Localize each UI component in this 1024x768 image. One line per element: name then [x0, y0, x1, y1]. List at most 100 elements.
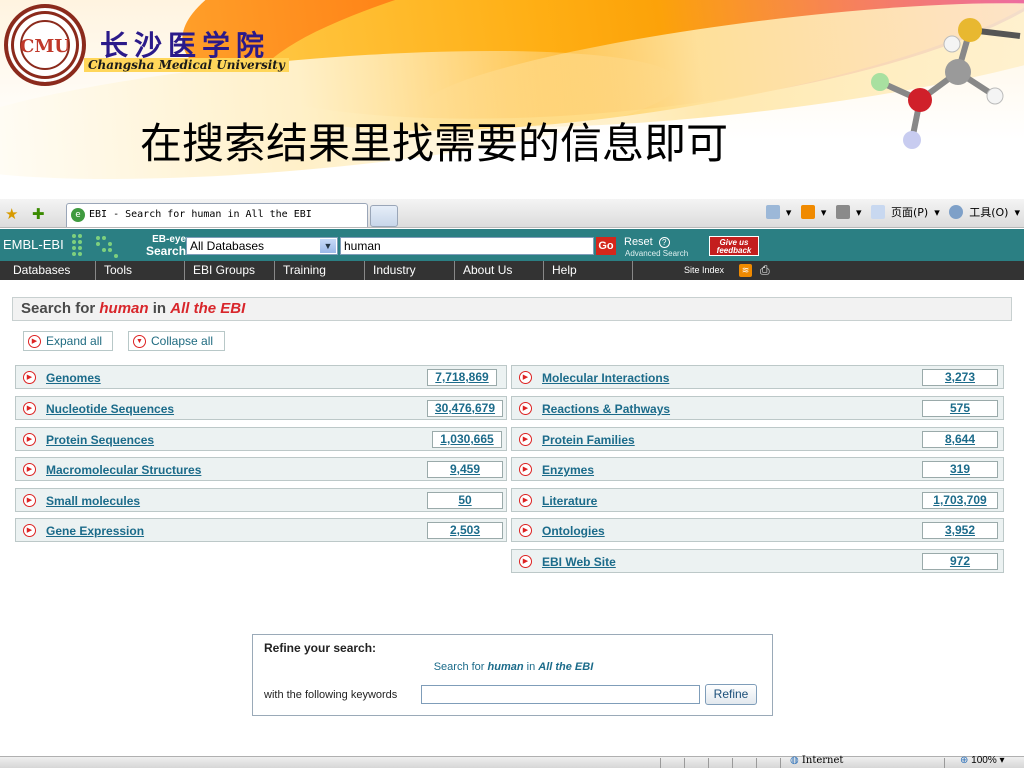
result-label[interactable]: Nucleotide Sequences [46, 402, 174, 416]
dropdown-arrow-icon[interactable]: ▾ [1014, 206, 1020, 219]
result-label[interactable]: Enzymes [542, 463, 594, 477]
search-term: human [99, 300, 149, 317]
database-select[interactable]: All Databases ▼ [186, 237, 338, 255]
print-icon[interactable] [835, 205, 850, 219]
expand-arrow-icon[interactable]: ▶ [519, 524, 532, 537]
page-menu[interactable]: 页面(P) [891, 206, 928, 219]
new-tab-button[interactable] [370, 205, 398, 227]
result-count[interactable]: 30,476,679 [427, 400, 503, 417]
add-favorite-icon[interactable]: ✚ [32, 205, 45, 223]
result-count[interactable]: 1,030,665 [432, 431, 502, 448]
browser-tab[interactable]: e EBI - Search for human in All the EBI [66, 203, 368, 227]
expand-arrow-icon[interactable]: ▶ [23, 494, 36, 507]
result-label[interactable]: Protein Families [542, 433, 635, 447]
result-row-enzymes[interactable]: ▶ Enzymes 319 [511, 457, 1004, 481]
result-count[interactable]: 575 [922, 400, 998, 417]
dropdown-arrow-icon[interactable]: ▾ [786, 206, 792, 219]
result-label[interactable]: Literature [542, 494, 597, 508]
help-icon[interactable]: ? [658, 237, 670, 248]
ebi-logo[interactable]: EMBL-EBI [3, 237, 64, 252]
result-row-ontologies[interactable]: ▶ Ontologies 3,952 [511, 518, 1004, 542]
ebi-header: EMBL-EBI EB-eye Search All Databases ▼ h… [0, 229, 1024, 261]
result-row-protein-sequences[interactable]: ▶ Protein Sequences 1,030,665 [15, 427, 507, 451]
result-row-small-molecules[interactable]: ▶ Small molecules 50 [15, 488, 507, 512]
refine-subtitle: Search for human in All the EBI [433, 661, 594, 673]
refine-keywords-input[interactable] [421, 685, 700, 704]
expand-arrow-icon[interactable]: ▶ [519, 494, 532, 507]
search-input[interactable]: human [340, 237, 594, 255]
result-label[interactable]: Reactions & Pathways [542, 402, 670, 416]
result-row-literature[interactable]: ▶ Literature 1,703,709 [511, 488, 1004, 512]
result-label[interactable]: Macromolecular Structures [46, 463, 201, 477]
nav-databases[interactable]: Databases [5, 261, 70, 280]
result-count[interactable]: 3,952 [922, 522, 998, 539]
expand-arrow-icon[interactable]: ▶ [519, 371, 532, 384]
rss-icon[interactable]: ≋ [739, 264, 752, 277]
collapse-all-button[interactable]: ▼ Collapse all [128, 331, 225, 351]
expand-arrow-icon[interactable]: ▶ [23, 524, 36, 537]
result-count[interactable]: 3,273 [922, 369, 998, 386]
tools-menu[interactable]: 工具(O) [969, 206, 1008, 219]
result-count[interactable]: 2,503 [427, 522, 503, 539]
home-icon[interactable] [765, 205, 780, 219]
nav-industry[interactable]: Industry [364, 261, 416, 280]
nav-help[interactable]: Help [543, 261, 577, 280]
expand-arrow-icon[interactable]: ▶ [519, 402, 532, 415]
result-label[interactable]: Protein Sequences [46, 433, 154, 447]
internet-zone-indicator[interactable]: ◍ Internet [790, 755, 843, 766]
molecule-decoration [871, 18, 1021, 149]
result-row-genomes[interactable]: ▶ Genomes 7,718,869 [15, 365, 507, 389]
result-count[interactable]: 8,644 [922, 431, 998, 448]
result-label[interactable]: Genomes [46, 371, 101, 385]
result-label[interactable]: EBI Web Site [542, 555, 616, 569]
result-label[interactable]: Gene Expression [46, 524, 144, 538]
expand-arrow-icon[interactable]: ▶ [519, 433, 532, 446]
result-row-gene-expression[interactable]: ▶ Gene Expression 2,503 [15, 518, 507, 542]
university-seal-logo: CMU [4, 4, 86, 86]
expand-arrow-icon[interactable]: ▶ [519, 555, 532, 568]
nav-about-us[interactable]: About Us [454, 261, 512, 280]
go-button[interactable]: Go [596, 237, 616, 255]
result-row-nucleotide-sequences[interactable]: ▶ Nucleotide Sequences 30,476,679 [15, 396, 507, 420]
zoom-level[interactable]: ⊕ 100% ▾ [960, 755, 1005, 766]
result-row-reactions-pathways[interactable]: ▶ Reactions & Pathways 575 [511, 396, 1004, 420]
zoom-icon: ⊕ [960, 755, 969, 766]
feedback-button[interactable]: Give us feedback [709, 236, 759, 256]
result-count[interactable]: 50 [427, 492, 503, 509]
expand-arrow-icon[interactable]: ▶ [23, 433, 36, 446]
dropdown-arrow-icon[interactable]: ▾ [821, 206, 827, 219]
globe-icon: ◍ [790, 755, 799, 766]
print-icon[interactable]: ⎙ [760, 263, 770, 278]
result-count[interactable]: 9,459 [427, 461, 503, 478]
dropdown-arrow-icon[interactable]: ▾ [934, 206, 940, 219]
dropdown-arrow-icon[interactable]: ▾ [856, 206, 862, 219]
reset-link[interactable]: Reset? [624, 236, 670, 248]
chevron-down-icon[interactable]: ▼ [320, 239, 336, 253]
result-count[interactable]: 319 [922, 461, 998, 478]
nav-ebi-groups[interactable]: EBI Groups [184, 261, 255, 280]
nav-tools[interactable]: Tools [95, 261, 132, 280]
expand-arrow-icon[interactable]: ▶ [519, 463, 532, 476]
result-row-molecular-interactions[interactable]: ▶ Molecular Interactions 3,273 [511, 365, 1004, 389]
result-row-macromolecular-structures[interactable]: ▶ Macromolecular Structures 9,459 [15, 457, 507, 481]
expand-arrow-icon[interactable]: ▶ [23, 371, 36, 384]
result-label[interactable]: Ontologies [542, 524, 605, 538]
favorites-star-icon[interactable]: ★ [5, 205, 18, 223]
slide-banner: CMU 长沙医学院 Changsha Medical University 在搜… [0, 0, 1024, 200]
result-label[interactable]: Molecular Interactions [542, 371, 669, 385]
expand-arrow-icon[interactable]: ▶ [23, 463, 36, 476]
result-label[interactable]: Small molecules [46, 494, 140, 508]
result-row-ebi-web-site[interactable]: ▶ EBI Web Site 972 [511, 549, 1004, 573]
dropdown-arrow-icon[interactable]: ▾ [1000, 755, 1005, 766]
rss-feed-icon[interactable] [800, 205, 815, 219]
result-count[interactable]: 7,718,869 [427, 369, 497, 386]
result-count[interactable]: 1,703,709 [922, 492, 998, 509]
expand-all-button[interactable]: ▶ Expand all [23, 331, 113, 351]
nav-training[interactable]: Training [274, 261, 326, 280]
result-count[interactable]: 972 [922, 553, 998, 570]
result-row-protein-families[interactable]: ▶ Protein Families 8,644 [511, 427, 1004, 451]
site-index-link[interactable]: Site Index [684, 265, 724, 275]
refine-button[interactable]: Refine [705, 684, 757, 705]
advanced-search-link[interactable]: Advanced Search [625, 249, 688, 258]
expand-arrow-icon[interactable]: ▶ [23, 402, 36, 415]
